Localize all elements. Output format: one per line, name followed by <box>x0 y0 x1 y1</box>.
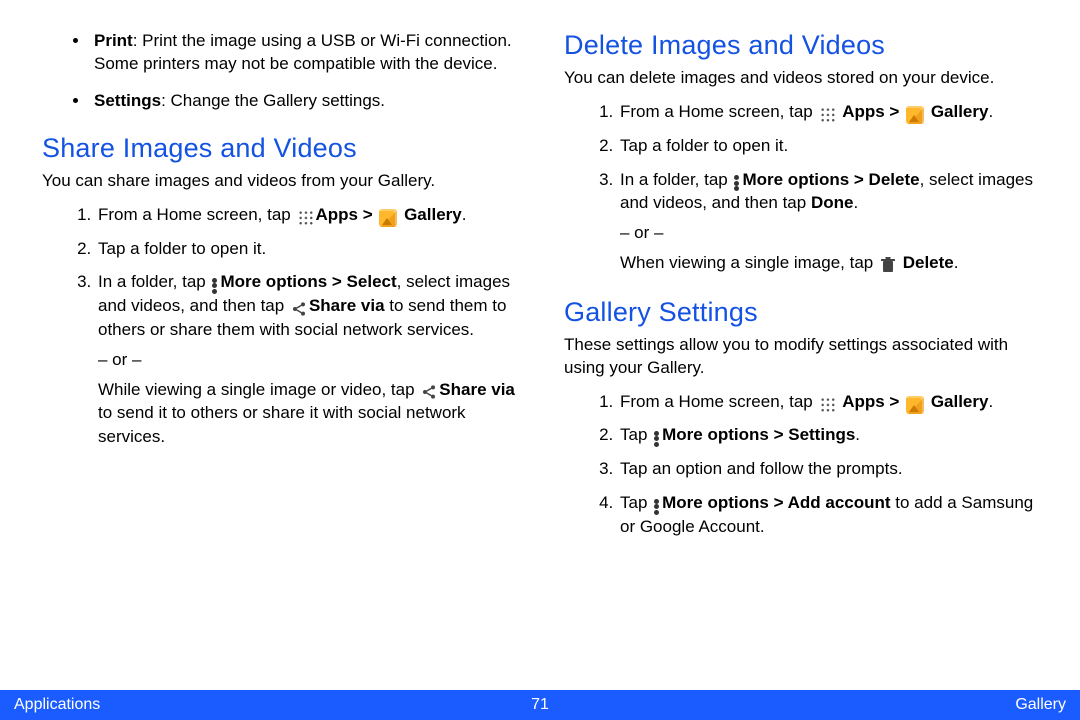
set-step2-pre: Tap <box>620 425 652 444</box>
more-options-icon <box>734 175 739 191</box>
period: . <box>954 253 959 272</box>
share-alt-end: to send it to others or share it with so… <box>98 403 466 446</box>
delete-alt: When viewing a single image, tap Delete. <box>620 251 1038 275</box>
delete-step-1: From a Home screen, tap Apps > Gallery. <box>618 100 1038 124</box>
trash-icon <box>881 257 895 273</box>
footer-left: Applications <box>0 696 531 714</box>
share-intro: You can share images and videos from you… <box>42 170 516 193</box>
share-step3-sharevia: Share via <box>309 296 385 315</box>
share-icon <box>291 301 307 317</box>
settings-step-4: Tap More options > Add account to add a … <box>618 491 1038 539</box>
page-footer: Applications 71 Gallery <box>0 690 1080 720</box>
share-or: – or – <box>98 348 516 372</box>
period: . <box>988 102 993 121</box>
share-step-2: Tap a folder to open it. <box>96 237 516 261</box>
set-step1-pre: From a Home screen, tap <box>620 392 817 411</box>
left-column: Print: Print the image using a USB or Wi… <box>42 30 516 561</box>
del-step1-pre: From a Home screen, tap <box>620 102 817 121</box>
del-alt-delete: Delete <box>903 253 954 272</box>
del-step3-pre: In a folder, tap <box>620 170 732 189</box>
delete-or: – or – <box>620 221 1038 245</box>
footer-right: Gallery <box>549 696 1080 714</box>
apps-grid-icon <box>297 209 313 225</box>
settings-step-2: Tap More options > Settings. <box>618 423 1038 447</box>
more-options-icon <box>212 278 217 294</box>
del-step1-gallery: Gallery <box>931 102 989 121</box>
bullet-print-text: : Print the image using a USB or Wi-Fi c… <box>94 31 512 73</box>
del-step1-apps: Apps > <box>842 102 904 121</box>
settings-step-1: From a Home screen, tap Apps > Gallery. <box>618 390 1038 414</box>
share-step-3: In a folder, tap More options > Select, … <box>96 270 516 449</box>
share-alt-sharevia: Share via <box>439 380 515 399</box>
settings-step-3: Tap an option and follow the prompts. <box>618 457 1038 481</box>
period: . <box>855 425 860 444</box>
share-step1-apps: Apps > <box>315 205 377 224</box>
settings-heading: Gallery Settings <box>564 297 1038 328</box>
delete-steps: From a Home screen, tap Apps > Gallery. … <box>564 100 1038 275</box>
bullet-settings-text: : Change the Gallery settings. <box>161 91 385 110</box>
share-step1-gallery: Gallery <box>404 205 462 224</box>
share-step3-more: More options > Select <box>220 272 396 291</box>
share-step-1: From a Home screen, tap Apps > Gallery. <box>96 203 516 227</box>
period: . <box>462 205 467 224</box>
del-step3-more: More options > Delete <box>742 170 919 189</box>
bullet-print: Print: Print the image using a USB or Wi… <box>90 30 516 76</box>
right-column: Delete Images and Videos You can delete … <box>564 30 1038 561</box>
delete-intro: You can delete images and videos stored … <box>564 67 1038 90</box>
share-steps: From a Home screen, tap Apps > Gallery. … <box>42 203 516 449</box>
set-step4-more: More options > Add account <box>662 493 890 512</box>
apps-grid-icon <box>819 396 835 412</box>
bullet-print-term: Print <box>94 31 133 50</box>
period: . <box>988 392 993 411</box>
share-alt: While viewing a single image or video, t… <box>98 378 516 449</box>
set-step2-more: More options > Settings <box>662 425 855 444</box>
bullet-settings: Settings: Change the Gallery settings. <box>90 90 516 113</box>
gallery-icon <box>379 209 397 227</box>
settings-steps: From a Home screen, tap Apps > Gallery. … <box>564 390 1038 539</box>
del-alt-pre: When viewing a single image, tap <box>620 253 878 272</box>
gallery-icon <box>906 106 924 124</box>
share-step1-pre: From a Home screen, tap <box>98 205 295 224</box>
set-step4-pre: Tap <box>620 493 652 512</box>
more-options-icon <box>654 431 659 447</box>
footer-page-number: 71 <box>531 696 549 714</box>
options-bullet-list: Print: Print the image using a USB or Wi… <box>42 30 516 113</box>
set-step1-gallery: Gallery <box>931 392 989 411</box>
share-alt-pre: While viewing a single image or video, t… <box>98 380 419 399</box>
delete-step-3: In a folder, tap More options > Delete, … <box>618 168 1038 275</box>
manual-page: Print: Print the image using a USB or Wi… <box>0 0 1080 720</box>
delete-heading: Delete Images and Videos <box>564 30 1038 61</box>
more-options-icon <box>654 499 659 515</box>
del-step3-done: Done <box>811 193 854 212</box>
settings-intro: These settings allow you to modify setti… <box>564 334 1038 380</box>
share-heading: Share Images and Videos <box>42 133 516 164</box>
period: . <box>853 193 858 212</box>
set-step1-apps: Apps > <box>842 392 904 411</box>
bullet-settings-term: Settings <box>94 91 161 110</box>
share-step3-pre: In a folder, tap <box>98 272 210 291</box>
delete-step-2: Tap a folder to open it. <box>618 134 1038 158</box>
two-column-layout: Print: Print the image using a USB or Wi… <box>42 30 1038 561</box>
share-icon <box>421 384 437 400</box>
gallery-icon <box>906 396 924 414</box>
apps-grid-icon <box>819 106 835 122</box>
